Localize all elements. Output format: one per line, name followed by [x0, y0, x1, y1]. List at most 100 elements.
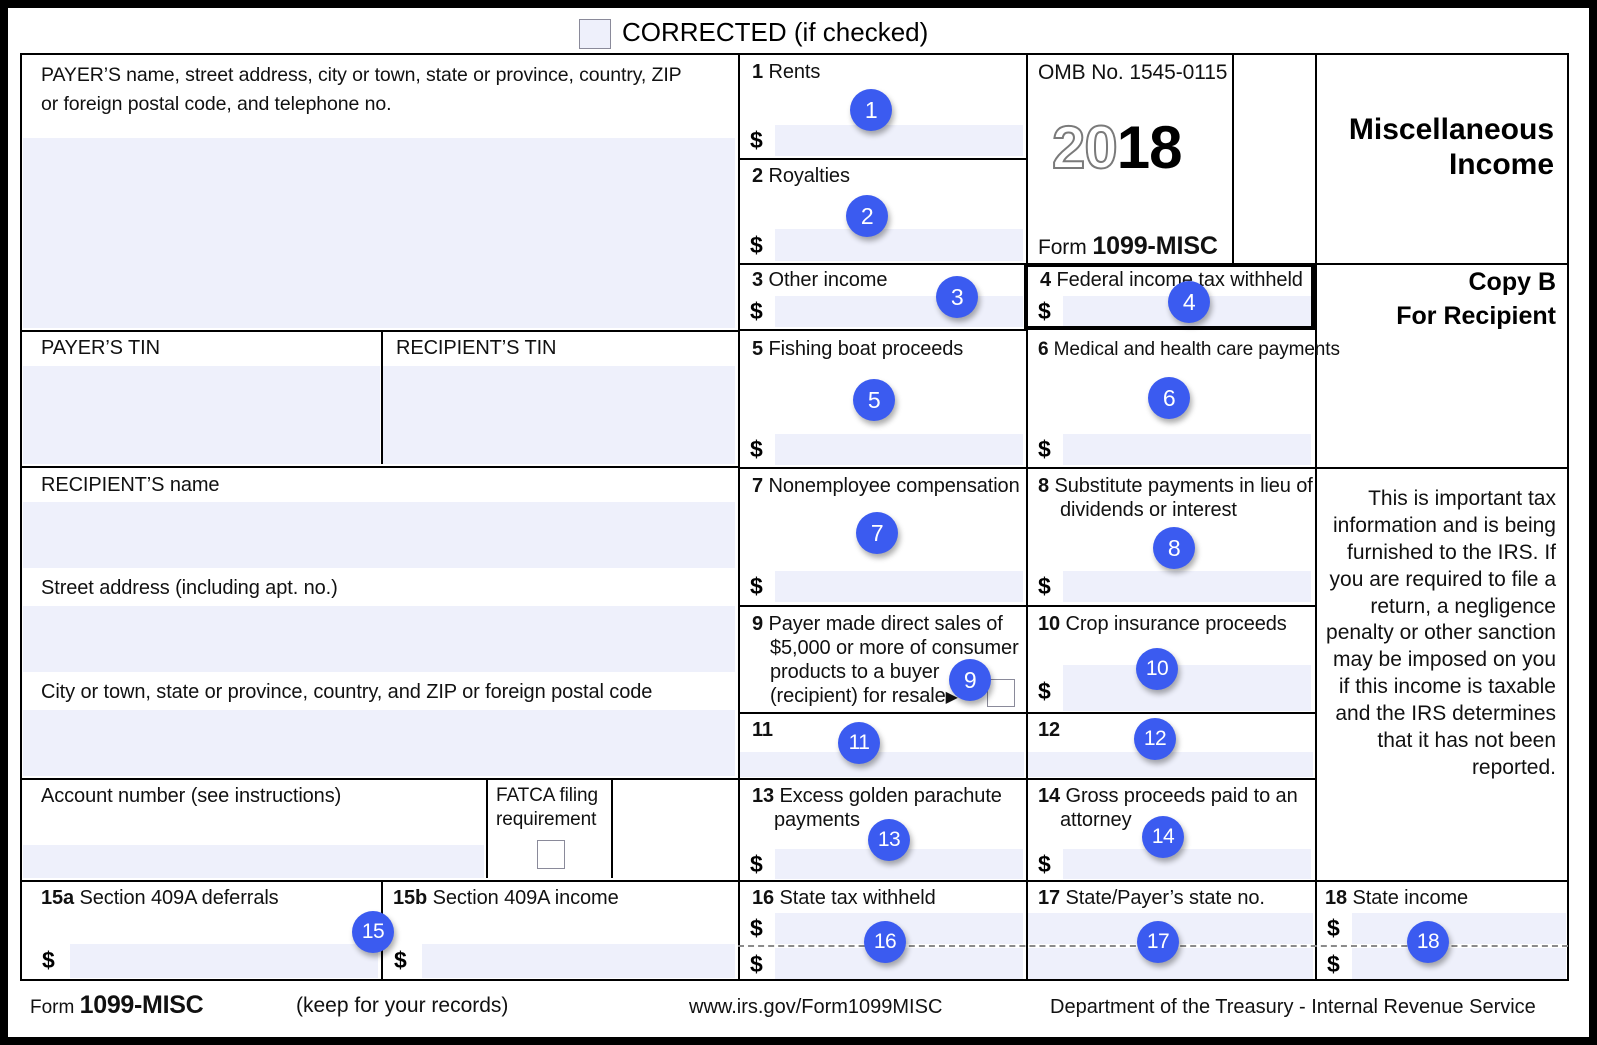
- box-13-label-line2: payments: [774, 809, 860, 831]
- box-6-dollar: $: [1038, 436, 1051, 462]
- box-8-dollar: $: [1038, 573, 1051, 599]
- box-7-number: 7: [752, 475, 764, 497]
- box-18-top-rule: [1315, 880, 1569, 882]
- box-14-label-line2: attorney: [1060, 809, 1132, 831]
- box-2-label: 2 Royalties: [752, 165, 850, 189]
- form-line: Form 1099-MISC: [1038, 232, 1218, 262]
- box-11-bottom-rule: [738, 778, 1026, 780]
- box-9-checkbox[interactable]: [987, 679, 1015, 707]
- annotation-badge-12[interactable]: 12: [1134, 718, 1176, 760]
- footer-keep-note: (keep for your records): [296, 994, 509, 1017]
- box-13-number: 13: [752, 785, 775, 807]
- box-2-bottom-rule: [738, 263, 1026, 265]
- recipient-name-top-rule: [20, 466, 738, 468]
- box-7-field[interactable]: [775, 571, 1023, 602]
- annotation-badge-2[interactable]: 2: [846, 195, 888, 237]
- box-7-label: 7 Nonemployee compensation: [752, 475, 1020, 499]
- box-8-bottom-rule: [1026, 605, 1315, 607]
- table-right-rule: [1567, 53, 1569, 980]
- box-6-field[interactable]: [1063, 434, 1311, 465]
- fatca-label-line2: requirement: [496, 809, 597, 830]
- box-15a-text: Section 409A deferrals: [79, 887, 279, 909]
- box-9-label-line4: (recipient) for resale▶: [770, 685, 958, 709]
- annotation-badge-13[interactable]: 13: [868, 819, 910, 861]
- box-18-field-1[interactable]: [1352, 913, 1566, 944]
- tax-year: 2018: [1051, 117, 1182, 179]
- corrected-checkbox[interactable]: [579, 19, 611, 49]
- box-10-field[interactable]: [1063, 665, 1311, 711]
- box-5-field[interactable]: [775, 434, 1023, 465]
- box-15b-label: 15b Section 409A income: [393, 887, 619, 911]
- box-1-field[interactable]: [775, 125, 1023, 156]
- account-number-field[interactable]: [23, 845, 484, 878]
- box-14-field[interactable]: [1063, 849, 1311, 879]
- box-8-label-line1: 8 Substitute payments in lieu of: [1038, 475, 1313, 499]
- box-10-text: Crop insurance proceeds: [1065, 613, 1287, 635]
- fatca-checkbox[interactable]: [537, 840, 565, 869]
- annotation-badge-4[interactable]: 4: [1168, 281, 1210, 323]
- box-14-label-line1: 14 Gross proceeds paid to an: [1038, 785, 1298, 809]
- city-state-zip-field[interactable]: [23, 710, 735, 776]
- annotation-badge-11[interactable]: 11: [838, 722, 880, 764]
- form-1099-misc-page: CORRECTED (if checked) PAYER’S name, str…: [0, 0, 1597, 1045]
- annotation-badge-17[interactable]: 17: [1137, 921, 1179, 963]
- box-17-text: State/Payer’s state no.: [1065, 887, 1265, 909]
- box-1-label: 1 Rents: [752, 61, 820, 85]
- street-address-label: Street address (including apt. no.): [41, 577, 338, 599]
- box-8-field[interactable]: [1063, 571, 1311, 602]
- omb-box-right-rule: [1232, 53, 1234, 263]
- box-5-label: 5 Fishing boat proceeds: [752, 338, 963, 362]
- box-11-label: 11: [752, 719, 773, 743]
- box-10-label: 10 Crop insurance proceeds: [1038, 613, 1287, 637]
- payer-name-field[interactable]: [23, 138, 735, 328]
- box-7-dollar: $: [750, 573, 763, 599]
- annotation-badge-8[interactable]: 8: [1153, 527, 1195, 569]
- recipient-tin-label: RECIPIENT’S TIN: [396, 337, 557, 359]
- annotation-badge-6[interactable]: 6: [1148, 377, 1190, 419]
- annotation-badge-18[interactable]: 18: [1407, 921, 1449, 963]
- footer-url[interactable]: www.irs.gov/Form1099MISC: [689, 996, 942, 1019]
- box-16-label: 16 State tax withheld: [752, 887, 936, 911]
- city-state-zip-label: City or town, state or province, country…: [41, 681, 653, 703]
- box-11-number: 11: [752, 719, 773, 741]
- box-18-field-2[interactable]: [1352, 948, 1566, 979]
- box-3-text: Other income: [768, 269, 888, 291]
- annotation-badge-5[interactable]: 5: [853, 379, 895, 421]
- payer-name-label-line1: PAYER’S name, street address, city or to…: [41, 64, 682, 86]
- annotation-badge-9[interactable]: 9: [949, 659, 991, 701]
- annotation-badge-1[interactable]: 1: [850, 89, 892, 131]
- annotation-badge-15[interactable]: 15: [352, 911, 394, 953]
- footer-form-prefix: Form: [30, 997, 75, 1018]
- box-15a-field[interactable]: [70, 944, 378, 978]
- box-3-dollar: $: [750, 298, 763, 324]
- box-3-field[interactable]: [775, 296, 1023, 327]
- payer-tin-field[interactable]: [23, 366, 380, 464]
- box-5-text: Fishing boat proceeds: [768, 338, 964, 360]
- payer-name-label-line2: or foreign postal code, and telephone no…: [41, 93, 392, 115]
- street-address-field[interactable]: [23, 606, 735, 672]
- annotation-badge-7[interactable]: 7: [856, 512, 898, 554]
- fatca-left-rule: [486, 778, 488, 878]
- box-16-text: State tax withheld: [779, 887, 936, 909]
- annotation-badge-10[interactable]: 10: [1136, 648, 1178, 690]
- box-2-field[interactable]: [775, 229, 1023, 261]
- box-15b-field[interactable]: [422, 944, 735, 978]
- box-2-dollar: $: [750, 232, 763, 258]
- box-9-text-4: (recipient) for resale: [770, 685, 946, 707]
- recipient-notice: This is important tax information and is…: [1326, 487, 1556, 779]
- tax-year-solid: 18: [1116, 114, 1183, 181]
- recipient-name-field[interactable]: [23, 502, 735, 568]
- box-5-number: 5: [752, 338, 764, 360]
- box-9-text-1: Payer made direct sales of: [768, 613, 1003, 635]
- box-17-label: 17 State/Payer’s state no.: [1038, 887, 1265, 911]
- recipient-tin-field[interactable]: [383, 366, 735, 464]
- table-left-rule: [20, 53, 22, 980]
- box-12-field[interactable]: [1028, 752, 1313, 777]
- annotation-badge-14[interactable]: 14: [1142, 816, 1184, 858]
- annotation-badge-3[interactable]: 3: [936, 276, 978, 318]
- annotation-badge-16[interactable]: 16: [864, 921, 906, 963]
- box-9-number: 9: [752, 613, 764, 635]
- box-10-number: 10: [1038, 613, 1061, 635]
- corrected-label: CORRECTED (if checked): [622, 17, 929, 47]
- box-11-field[interactable]: [740, 752, 1024, 777]
